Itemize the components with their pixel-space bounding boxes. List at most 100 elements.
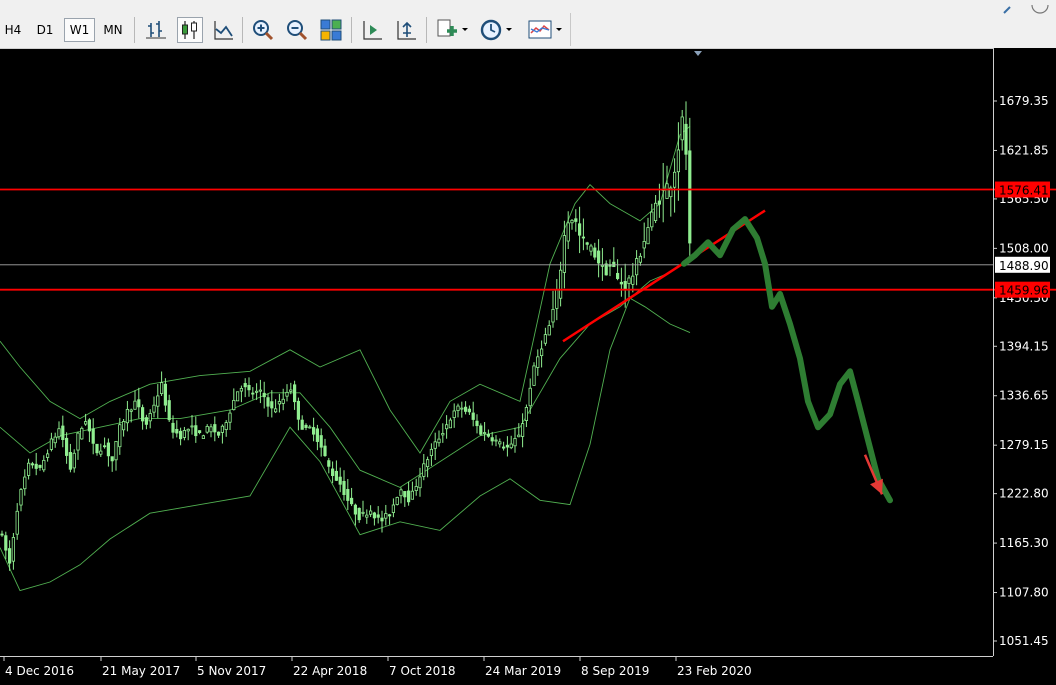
candle-body — [148, 413, 152, 422]
candle-body — [110, 456, 114, 462]
candle-body — [194, 425, 198, 437]
candle-body — [482, 432, 487, 434]
candle-body — [209, 426, 213, 433]
timeframe-mn-button[interactable]: MN — [98, 18, 128, 42]
candle-body — [277, 401, 282, 405]
candle-body — [380, 517, 384, 522]
timeframe-w1-button[interactable]: W1 — [64, 18, 95, 42]
autoscroll-icon[interactable] — [393, 17, 419, 43]
candle-body — [235, 391, 240, 402]
candle-body — [80, 427, 84, 440]
candle-body — [53, 436, 57, 444]
candle-body — [323, 445, 327, 457]
candle-body — [228, 412, 232, 423]
bar-chart-icon[interactable] — [143, 17, 169, 43]
candle-body — [61, 425, 65, 440]
templates-icon[interactable] — [526, 17, 566, 43]
candle-body — [152, 404, 156, 413]
y-tick-label: 1394.15 — [999, 339, 1049, 353]
timeframe-d1-button[interactable]: D1 — [30, 18, 60, 42]
candle-body — [517, 434, 521, 438]
candle-body — [285, 391, 289, 397]
candle-body — [562, 235, 567, 273]
candle-body — [270, 401, 274, 409]
timeframe-h4-button[interactable]: H4 — [0, 18, 26, 42]
candle-body — [159, 382, 164, 395]
candle-body — [566, 222, 570, 242]
line-chart-icon[interactable] — [211, 17, 237, 43]
candle-body — [137, 399, 141, 408]
candle-body — [437, 438, 441, 444]
candle-body — [19, 489, 23, 506]
candle-body — [555, 289, 559, 309]
candle-body — [600, 264, 605, 267]
candle-body — [501, 446, 506, 449]
candle-body — [213, 424, 217, 433]
zoom-in-icon[interactable] — [250, 17, 276, 43]
y-tick-label: 1679.35 — [999, 94, 1049, 108]
periods-clock-icon[interactable] — [478, 17, 518, 43]
candle-body — [444, 424, 449, 430]
candle-body — [65, 437, 69, 456]
candle-body — [353, 504, 358, 515]
candle-body — [239, 388, 243, 392]
candle-body — [570, 219, 574, 224]
candle-body — [190, 425, 194, 428]
candle-body — [327, 460, 331, 467]
new-chart-icon[interactable] — [434, 17, 470, 43]
candle-body — [129, 409, 133, 412]
candle-body — [433, 441, 437, 449]
candle-body — [425, 459, 430, 468]
candle-body — [49, 438, 54, 450]
price-chart[interactable]: 1679.35 1621.85 1565.50 1508.00 1450.50 1394.… — [0, 48, 1056, 685]
candle-body — [467, 408, 472, 413]
candle-body — [585, 242, 589, 245]
tile-windows-icon[interactable] — [318, 17, 344, 43]
candle-body — [338, 476, 342, 485]
x-tick-label: 23 Feb 2020 — [677, 664, 752, 678]
candle-body — [144, 417, 148, 425]
chart-shift-icon[interactable] — [359, 17, 385, 43]
candlestick-chart-icon[interactable] — [177, 17, 203, 43]
candle-body — [23, 476, 27, 490]
zoom-out-icon[interactable] — [284, 17, 310, 43]
candle-body — [315, 428, 320, 442]
candle-body — [578, 223, 582, 236]
candle-body — [186, 428, 190, 432]
candle-body — [505, 444, 510, 448]
level-label-1: 1459.96 — [999, 284, 1049, 298]
candle-body — [589, 245, 593, 252]
candle-body — [34, 463, 38, 469]
candle-body — [273, 408, 278, 413]
candle-body — [616, 272, 620, 279]
candle-body — [623, 280, 627, 290]
candle-body — [441, 433, 445, 436]
candle-body — [38, 464, 42, 468]
candle-body — [361, 511, 365, 514]
candle — [235, 391, 240, 402]
chart-canvas[interactable]: 1679.351621.851565.501508.001450.501394.… — [0, 48, 1056, 685]
candle-body — [46, 453, 50, 458]
candle-body — [456, 405, 460, 411]
candle-body — [494, 439, 498, 442]
candle-body — [319, 435, 323, 448]
candle-body — [87, 419, 91, 432]
toolbar-separator — [134, 17, 135, 43]
candle — [532, 362, 536, 386]
candle-body — [581, 236, 586, 239]
candle-body — [258, 389, 263, 392]
candle-body — [536, 356, 540, 368]
candle-body — [178, 430, 183, 440]
candle-body — [76, 432, 80, 451]
candle-body — [99, 450, 103, 455]
candle-body — [543, 334, 548, 344]
candle-body — [26, 462, 31, 476]
candle-body — [471, 412, 475, 420]
candle-body — [676, 149, 681, 173]
candle-body — [414, 486, 418, 491]
candle — [80, 426, 84, 440]
candle-body — [604, 263, 608, 276]
candle-body — [342, 480, 346, 496]
candle-body — [304, 424, 308, 428]
candle-body — [452, 410, 456, 418]
